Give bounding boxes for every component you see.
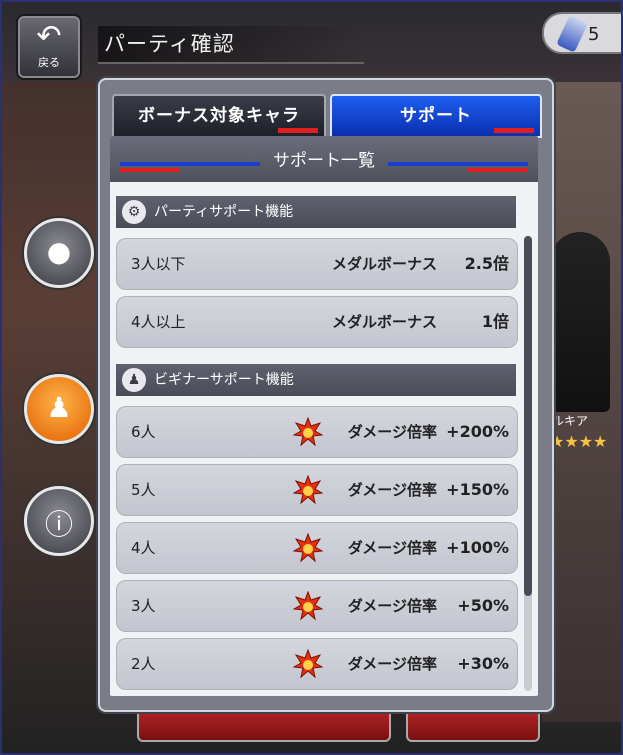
list-item: 4人 ダメージ倍率 +100%: [116, 522, 518, 574]
info-button[interactable]: ⓘ: [24, 486, 94, 556]
damage-burst-icon: [293, 475, 323, 505]
star-rating: ★★★★: [550, 432, 608, 451]
tab-accent: [278, 128, 318, 133]
tab-support-label: サポート: [400, 106, 472, 126]
row-value: +100%: [446, 538, 509, 557]
list-item: 2人 ダメージ倍率 +30%: [116, 638, 518, 690]
party-support-icon: ⚙: [122, 200, 146, 224]
back-arrow-icon: ↶: [36, 19, 62, 54]
list-item: 4人以上 メダルボーナス 1倍: [116, 296, 518, 348]
party-support-section-header: ⚙ パーティサポート機能: [116, 196, 516, 228]
list-title: サポート一覧: [273, 151, 375, 171]
list-item: 3人以下 メダルボーナス 2.5倍: [116, 238, 518, 290]
scrollbar-thumb[interactable]: [524, 236, 532, 596]
row-value: 1倍: [481, 312, 509, 331]
row-condition: 2人: [131, 655, 156, 673]
row-condition: 6人: [131, 423, 156, 441]
row-value: +50%: [457, 596, 509, 615]
list-item: 3人 ダメージ倍率 +50%: [116, 580, 518, 632]
group-icon: ●: [46, 235, 72, 268]
row-type: メダルボーナス: [331, 313, 437, 331]
beginner-support-section-header: ♟ ビギナーサポート機能: [116, 364, 516, 396]
damage-burst-icon: [293, 649, 323, 679]
tab-accent: [494, 128, 534, 133]
party-members-button[interactable]: ●: [24, 218, 94, 288]
row-value: +200%: [446, 422, 509, 441]
row-type: ダメージ倍率: [347, 539, 437, 557]
row-type: ダメージ倍率: [347, 423, 437, 441]
list-item: 5人 ダメージ倍率 +150%: [116, 464, 518, 516]
row-value: 2.5倍: [464, 254, 509, 273]
list-item: 6人 ダメージ倍率 +200%: [116, 406, 518, 458]
character-portrait: [550, 232, 610, 412]
damage-burst-icon: [293, 417, 323, 447]
row-type: ダメージ倍率: [347, 597, 437, 615]
list-header: サポート一覧: [110, 136, 538, 182]
damage-burst-icon: [293, 533, 323, 563]
support-user-button[interactable]: ♟: [24, 374, 94, 444]
beginner-support-label: ビギナーサポート機能: [154, 372, 294, 388]
row-condition: 4人以上: [131, 313, 186, 331]
tab-support[interactable]: サポート: [330, 94, 542, 138]
support-list-panel: サポート一覧 ⚙ パーティサポート機能 3人以下 メダルボーナス 2.5倍 4人…: [110, 136, 538, 696]
tab-bonus-label: ボーナス対象キャラ: [138, 106, 300, 126]
row-condition: 4人: [131, 539, 156, 557]
row-value: +30%: [457, 654, 509, 673]
back-button[interactable]: ↶ 戻る: [16, 14, 82, 80]
character-name: ルキア: [552, 414, 589, 428]
user-up-icon: ♟: [46, 391, 72, 424]
row-condition: 3人以下: [131, 255, 186, 273]
tab-bonus-characters[interactable]: ボーナス対象キャラ: [112, 94, 326, 138]
beginner-support-icon: ♟: [122, 368, 146, 392]
back-label: 戻る: [38, 56, 60, 69]
game-screen: ↶ 戻る パーティ確認 5 ルキア ★★★★ ● ♟ ⓘ ボーナス対象キャラ サ…: [0, 0, 623, 755]
row-type: ダメージ倍率: [347, 655, 437, 673]
row-type: メダルボーナス: [331, 255, 437, 273]
page-title: パーティ確認: [98, 26, 364, 64]
info-icon: ⓘ: [44, 508, 73, 541]
row-condition: 3人: [131, 597, 156, 615]
currency-value: 5: [588, 24, 600, 45]
row-condition: 5人: [131, 481, 156, 499]
row-type: ダメージ倍率: [347, 481, 437, 499]
damage-burst-icon: [293, 591, 323, 621]
list-scrollbar[interactable]: [524, 236, 532, 691]
support-modal: ボーナス対象キャラ サポート サポート一覧 ⚙ パーティサポート機能 3人以下 …: [98, 78, 554, 712]
party-support-label: パーティサポート機能: [154, 204, 294, 220]
row-value: +150%: [446, 480, 509, 499]
